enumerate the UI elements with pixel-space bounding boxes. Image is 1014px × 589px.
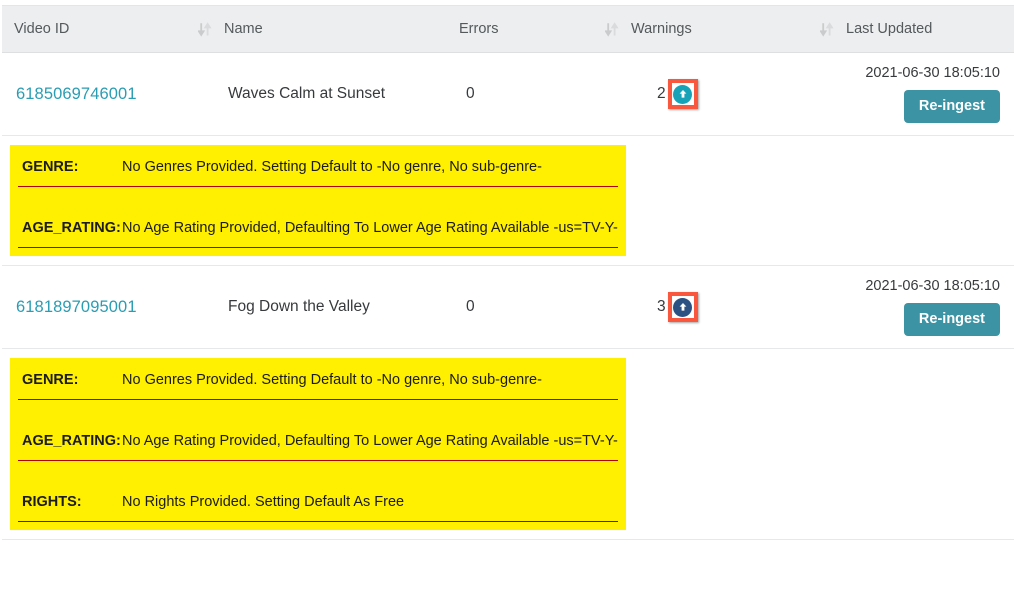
warning-divider bbox=[18, 399, 618, 400]
column-header-errors-label: Errors bbox=[459, 21, 499, 37]
warning-divider bbox=[18, 460, 618, 461]
warning-key: GENRE: bbox=[22, 372, 79, 388]
warning-entry: GENRE: No Genres Provided. Setting Defau… bbox=[16, 372, 620, 388]
cell-last-updated: 2021-06-30 18:05:10 Re-ingest bbox=[842, 265, 1014, 349]
warning-divider bbox=[18, 186, 618, 187]
table-row-details: GENRE: No Genres Provided. Setting Defau… bbox=[2, 348, 1014, 540]
warning-entry: RIGHTS: No Rights Provided. Setting Defa… bbox=[16, 494, 620, 510]
warning-divider bbox=[18, 247, 618, 248]
cell-warnings: 3 bbox=[627, 265, 842, 349]
warning-entry: GENRE: No Genres Provided. Setting Defau… bbox=[16, 159, 620, 175]
table-header-row: Video ID Name Errors Warnings Last Updat… bbox=[2, 5, 1014, 53]
re-ingest-button[interactable]: Re-ingest bbox=[903, 303, 1000, 336]
cell-video-id: 6181897095001 bbox=[2, 265, 220, 349]
last-updated-timestamp: 2021-06-30 18:05:10 bbox=[865, 278, 1000, 295]
column-header-name[interactable]: Name bbox=[198, 5, 435, 53]
sort-icon[interactable] bbox=[198, 21, 212, 37]
warning-message: No Genres Provided. Setting Default to -… bbox=[122, 159, 542, 175]
warning-message: No Rights Provided. Setting Default As F… bbox=[122, 494, 405, 510]
cell-name: Waves Calm at Sunset bbox=[220, 52, 435, 136]
warnings-count: 3 bbox=[657, 298, 666, 315]
warning-message: No Genres Provided. Setting Default to -… bbox=[122, 372, 542, 388]
expand-warnings-button[interactable] bbox=[667, 79, 698, 109]
table-row: 6185069746001 Waves Calm at Sunset 0 2 2… bbox=[2, 52, 1014, 136]
expand-warnings-button[interactable] bbox=[667, 292, 698, 322]
warning-key: AGE_RATING: bbox=[22, 220, 121, 236]
column-header-last-updated[interactable]: Last Updated bbox=[820, 5, 1014, 53]
table-row-details: GENRE: No Genres Provided. Setting Defau… bbox=[2, 135, 1014, 266]
column-header-errors[interactable]: Errors bbox=[435, 5, 627, 53]
cell-warning-details: GENRE: No Genres Provided. Setting Defau… bbox=[2, 348, 1014, 540]
warning-key: RIGHTS: bbox=[22, 494, 82, 510]
cell-errors: 0 bbox=[435, 52, 627, 136]
cell-name: Fog Down the Valley bbox=[220, 265, 435, 349]
re-ingest-button[interactable]: Re-ingest bbox=[903, 90, 1000, 123]
column-header-name-label: Name bbox=[224, 21, 263, 37]
warning-entry: AGE_RATING: No Age Rating Provided, Defa… bbox=[16, 220, 620, 236]
upload-circle-icon bbox=[673, 84, 693, 104]
column-header-video-id[interactable]: Video ID bbox=[2, 5, 220, 53]
table-row: 6181897095001 Fog Down the Valley 0 3 20… bbox=[2, 265, 1014, 349]
warning-panel: GENRE: No Genres Provided. Setting Defau… bbox=[10, 358, 626, 530]
video-ingest-status-page: Video ID Name Errors Warnings Last Updat… bbox=[0, 5, 1014, 589]
sort-icon[interactable] bbox=[820, 21, 834, 37]
sort-icon[interactable] bbox=[605, 21, 619, 37]
warning-panel: GENRE: No Genres Provided. Setting Defau… bbox=[10, 145, 626, 256]
warning-divider bbox=[18, 521, 618, 522]
column-header-video-id-label: Video ID bbox=[14, 21, 70, 37]
warning-key: AGE_RATING: bbox=[22, 433, 121, 449]
warning-message: No Age Rating Provided, Defaulting To Lo… bbox=[122, 433, 618, 449]
warning-entry: AGE_RATING: No Age Rating Provided, Defa… bbox=[16, 433, 620, 449]
cell-last-updated: 2021-06-30 18:05:10 Re-ingest bbox=[842, 52, 1014, 136]
warnings-count: 2 bbox=[657, 85, 666, 102]
last-updated-timestamp: 2021-06-30 18:05:10 bbox=[865, 65, 1000, 82]
column-header-warnings-label: Warnings bbox=[631, 21, 692, 37]
upload-circle-icon bbox=[673, 297, 693, 317]
cell-errors: 0 bbox=[435, 265, 627, 349]
cell-warnings: 2 bbox=[627, 52, 842, 136]
video-id-link[interactable]: 6185069746001 bbox=[16, 85, 137, 103]
cell-video-id: 6185069746001 bbox=[2, 52, 220, 136]
video-status-table: Video ID Name Errors Warnings Last Updat… bbox=[2, 5, 1014, 540]
video-id-link[interactable]: 6181897095001 bbox=[16, 298, 137, 316]
table-body: 6185069746001 Waves Calm at Sunset 0 2 2… bbox=[2, 52, 1014, 540]
table-header: Video ID Name Errors Warnings Last Updat… bbox=[2, 5, 1014, 53]
cell-warning-details: GENRE: No Genres Provided. Setting Defau… bbox=[2, 135, 1014, 266]
column-header-warnings[interactable]: Warnings bbox=[605, 5, 842, 53]
warning-message: No Age Rating Provided, Defaulting To Lo… bbox=[122, 220, 618, 236]
warning-key: GENRE: bbox=[22, 159, 79, 175]
column-header-last-updated-label: Last Updated bbox=[846, 21, 933, 37]
